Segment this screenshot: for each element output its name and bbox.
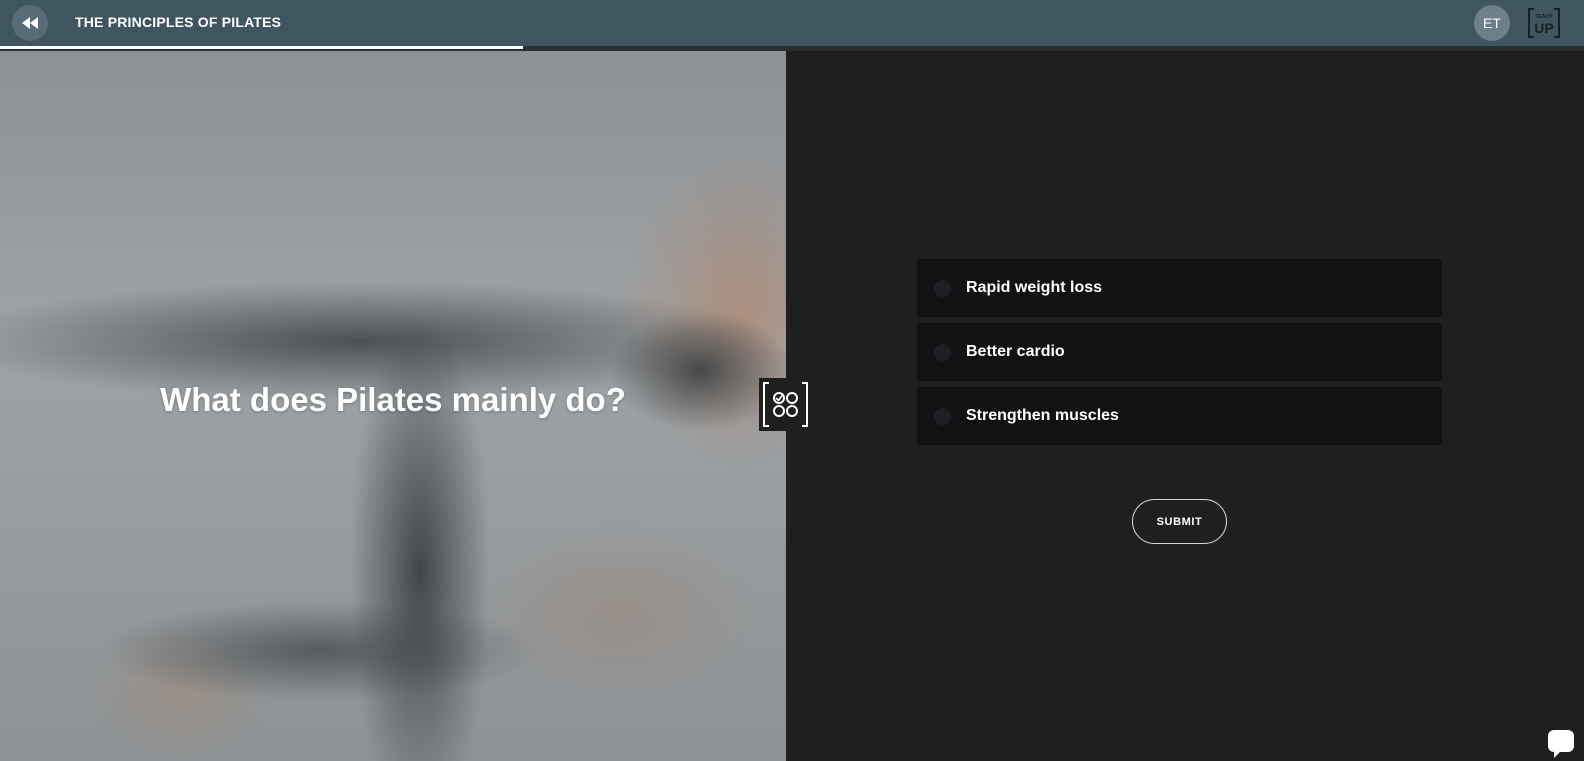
brand-logo[interactable]: TEACH UP <box>1528 8 1560 38</box>
user-initials: ET <box>1483 15 1501 31</box>
answer-option-label: Rapid weight loss <box>966 279 1103 296</box>
user-avatar[interactable]: ET <box>1474 5 1510 41</box>
radio-button[interactable] <box>934 279 951 297</box>
question-text: What does Pilates mainly do? <box>160 381 626 418</box>
radio-button[interactable] <box>934 407 951 425</box>
answer-option-label: Better cardio <box>966 343 1065 360</box>
answer-options: Rapid weight loss Better cardio Strength… <box>917 259 1442 451</box>
submit-button[interactable]: SUBMIT <box>1132 499 1227 544</box>
answer-option[interactable]: Rapid weight loss <box>917 259 1442 317</box>
rewind-icon <box>22 17 38 29</box>
top-bar: THE PRINCIPLES OF PILATES ET TEACH UP <box>0 0 1584 51</box>
logo-text-bottom: UP <box>1534 20 1553 36</box>
answer-option[interactable]: Strengthen muscles <box>917 387 1442 445</box>
answer-option-label: Strengthen muscles <box>966 407 1119 424</box>
course-title: THE PRINCIPLES OF PILATES <box>75 14 282 30</box>
chat-icon[interactable] <box>1546 728 1576 758</box>
progress-fill <box>0 46 523 49</box>
radio-button[interactable] <box>934 343 951 361</box>
question-panel: What does Pilates mainly do? <box>0 51 786 761</box>
back-button[interactable] <box>12 5 48 41</box>
quiz-icon <box>759 378 812 431</box>
answer-option[interactable]: Better cardio <box>917 323 1442 381</box>
